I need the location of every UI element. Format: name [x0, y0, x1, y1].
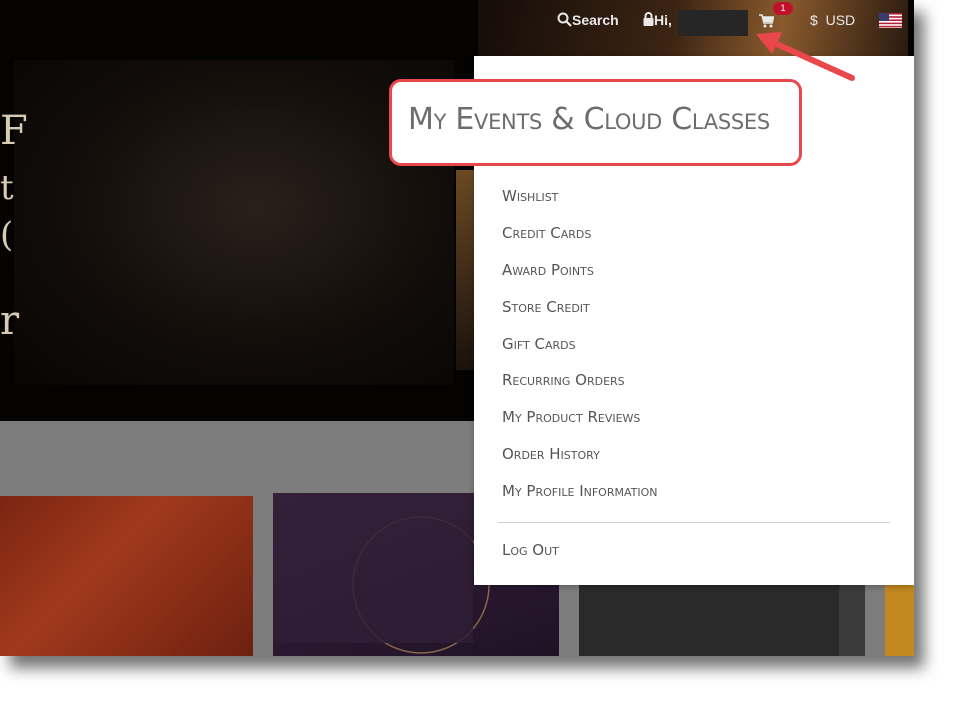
menu-item-order-history[interactable]: Order History — [502, 445, 600, 463]
menu-item-profile-information[interactable]: My Profile Information — [502, 482, 658, 500]
menu-item-product-reviews[interactable]: My Product Reviews — [502, 408, 640, 426]
search-link[interactable]: Search — [557, 12, 619, 28]
hero-text-fragment: r — [0, 298, 20, 344]
menu-item-wishlist[interactable]: Wishlist — [502, 187, 558, 205]
greeting-label: Hi, — [654, 12, 672, 28]
redacted-hero-image — [14, 60, 454, 385]
search-icon — [557, 12, 572, 27]
menu-item-log-out[interactable]: Log Out — [502, 541, 559, 559]
menu-item-award-points[interactable]: Award Points — [502, 261, 594, 279]
cart-count-badge: 1 — [773, 2, 793, 15]
product-card[interactable] — [885, 584, 914, 656]
callout-arrow-icon — [756, 32, 855, 81]
hero-text-fragment: t — [0, 168, 14, 208]
hero-text-fragment: ( — [0, 215, 14, 255]
menu-item-recurring-orders[interactable]: Recurring Orders — [502, 371, 625, 389]
account-menu-toggle[interactable]: Hi, — [643, 12, 672, 28]
menu-divider — [498, 522, 890, 523]
lock-icon — [643, 12, 654, 26]
menu-item-events-cloud-classes[interactable]: My Events & Cloud Classes — [408, 102, 770, 137]
menu-item-credit-cards[interactable]: Credit Cards — [502, 224, 591, 242]
menu-item-store-credit[interactable]: Store Credit — [502, 298, 590, 316]
hero-side-image — [456, 170, 476, 370]
hero-text-fragment: F — [0, 108, 28, 154]
menu-item-gift-cards[interactable]: Gift Cards — [502, 335, 576, 353]
us-flag-icon[interactable] — [879, 13, 902, 28]
search-label: Search — [572, 12, 619, 28]
product-card[interactable] — [0, 496, 253, 656]
redacted-username — [678, 10, 748, 36]
